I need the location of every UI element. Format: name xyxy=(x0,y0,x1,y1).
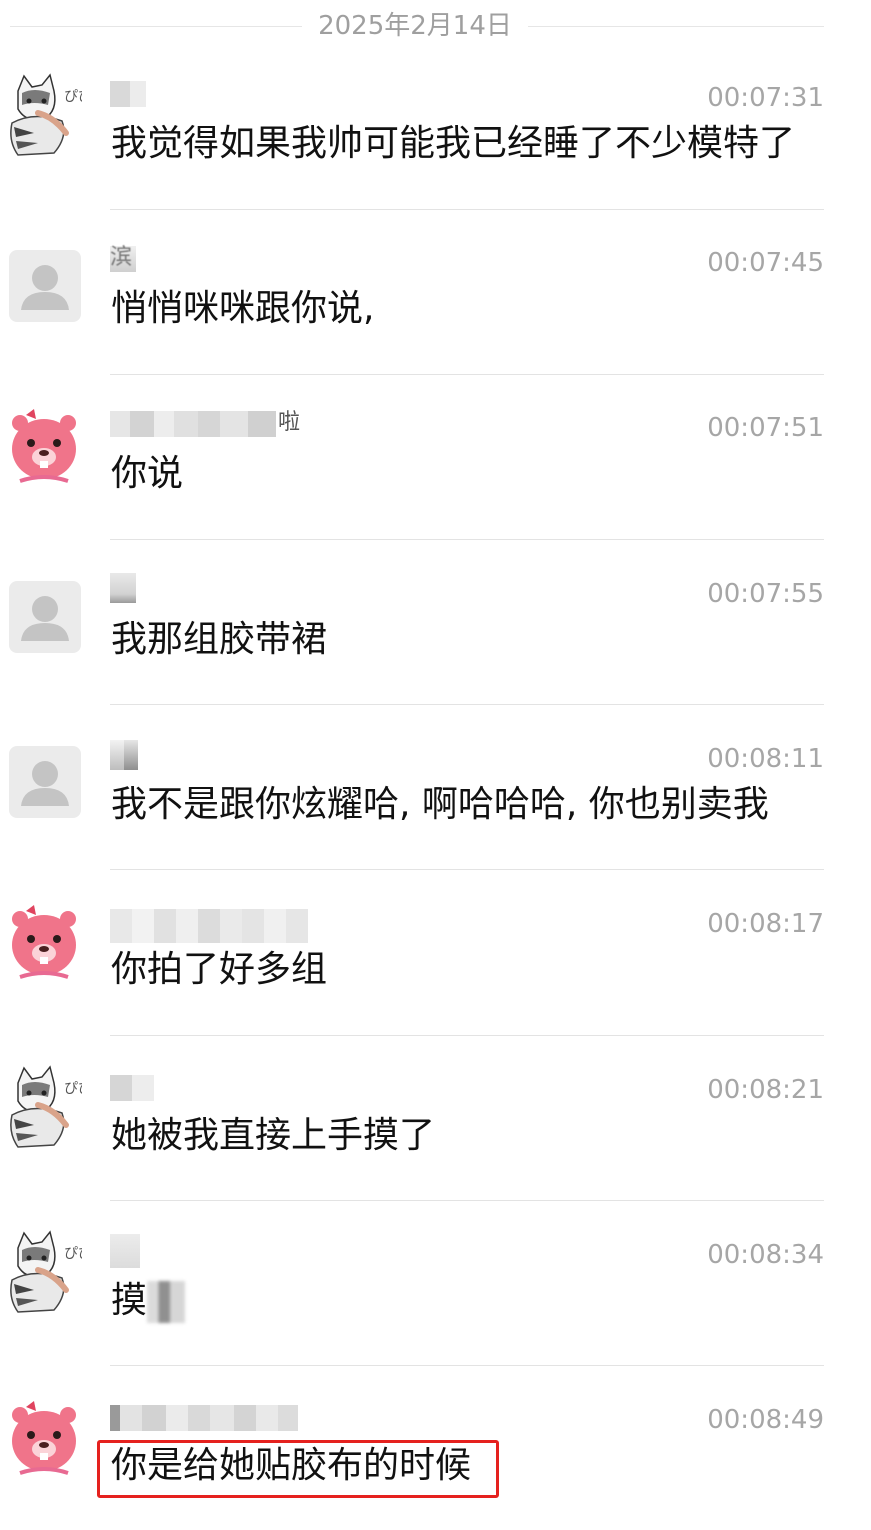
cat-sticker-avatar[interactable]: ぴぴ xyxy=(4,1228,82,1314)
message-timestamp: 00:07:51 xyxy=(707,413,824,443)
sender-name-blurred xyxy=(110,411,276,437)
default-person-avatar[interactable] xyxy=(9,581,81,653)
message-text: 我觉得如果我帅可能我已经睡了不少模特了 xyxy=(111,123,796,164)
message-text: 她被我直接上手摸了 xyxy=(111,1115,436,1156)
chat-message[interactable]: 滨 00:07:45 悄悄咪咪跟你说, xyxy=(0,208,871,373)
date-divider-left xyxy=(10,26,302,27)
message-text: 我不是跟你炫耀哈, 啊哈哈哈, 你也别卖我 xyxy=(111,784,769,825)
mosaic-redaction xyxy=(147,1281,186,1323)
svg-text:ぴぴ: ぴぴ xyxy=(64,1246,82,1262)
sender-name-suffix: 滨 xyxy=(110,245,133,270)
sender-name-blurred xyxy=(110,1234,140,1268)
pink-beaver-avatar[interactable] xyxy=(6,1395,82,1479)
message-timestamp: 00:08:49 xyxy=(707,1405,824,1435)
message-timestamp: 00:07:45 xyxy=(707,248,824,278)
pink-beaver-avatar[interactable] xyxy=(6,403,82,487)
message-timestamp: 00:08:17 xyxy=(707,909,824,939)
sender-name-blurred xyxy=(110,909,308,943)
chat-message[interactable]: ぴぴ 00:08:34 摸 xyxy=(0,1200,871,1365)
message-timestamp: 00:07:31 xyxy=(707,83,824,113)
chat-message[interactable]: 00:08:17 你拍了好多组 xyxy=(0,869,871,1034)
chat-message[interactable]: 啦 00:07:51 你说 xyxy=(0,373,871,538)
sender-name-suffix: 啦 xyxy=(278,410,301,435)
default-person-avatar[interactable] xyxy=(9,746,81,818)
message-text: 悄悄咪咪跟你说, xyxy=(111,288,375,329)
message-text: 摸 xyxy=(111,1276,186,1326)
message-text: 你说 xyxy=(111,453,184,494)
message-timestamp: 00:08:21 xyxy=(707,1075,824,1105)
chat-message[interactable]: ぴぴ 00:07:31 我觉得如果我帅可能我已经睡了不少模特了 xyxy=(0,43,871,208)
default-person-avatar[interactable] xyxy=(9,250,81,322)
sender-name-blurred xyxy=(110,740,138,770)
svg-text:ぴぴ: ぴぴ xyxy=(64,1081,82,1097)
message-timestamp: 00:07:55 xyxy=(707,579,824,609)
highlight-annotation-box xyxy=(97,1440,499,1498)
date-label: 2025年2月14日 xyxy=(318,11,512,41)
pink-beaver-avatar[interactable] xyxy=(6,899,82,983)
chat-message[interactable]: ぴぴ 00:08:21 她被我直接上手摸了 xyxy=(0,1035,871,1200)
chat-message[interactable]: 00:07:55 我那组胶带裙 xyxy=(0,539,871,704)
message-timestamp: 00:08:11 xyxy=(707,744,824,774)
svg-text:ぴぴ: ぴぴ xyxy=(64,89,82,105)
sender-name-blurred xyxy=(110,1075,154,1101)
chat-message[interactable]: 00:08:11 我不是跟你炫耀哈, 啊哈哈哈, 你也别卖我 xyxy=(0,704,871,869)
sender-name-blurred xyxy=(110,573,136,603)
message-text: 我那组胶带裙 xyxy=(111,619,328,660)
date-divider-right xyxy=(528,26,824,27)
cat-sticker-avatar[interactable]: ぴぴ xyxy=(4,71,82,157)
message-text: 你拍了好多组 xyxy=(111,949,328,990)
cat-sticker-avatar[interactable]: ぴぴ xyxy=(4,1063,82,1149)
message-timestamp: 00:08:34 xyxy=(707,1240,824,1270)
message-text-visible: 摸 xyxy=(111,1280,148,1321)
sender-name-blurred xyxy=(110,1405,298,1431)
sender-name-blurred xyxy=(110,81,146,107)
